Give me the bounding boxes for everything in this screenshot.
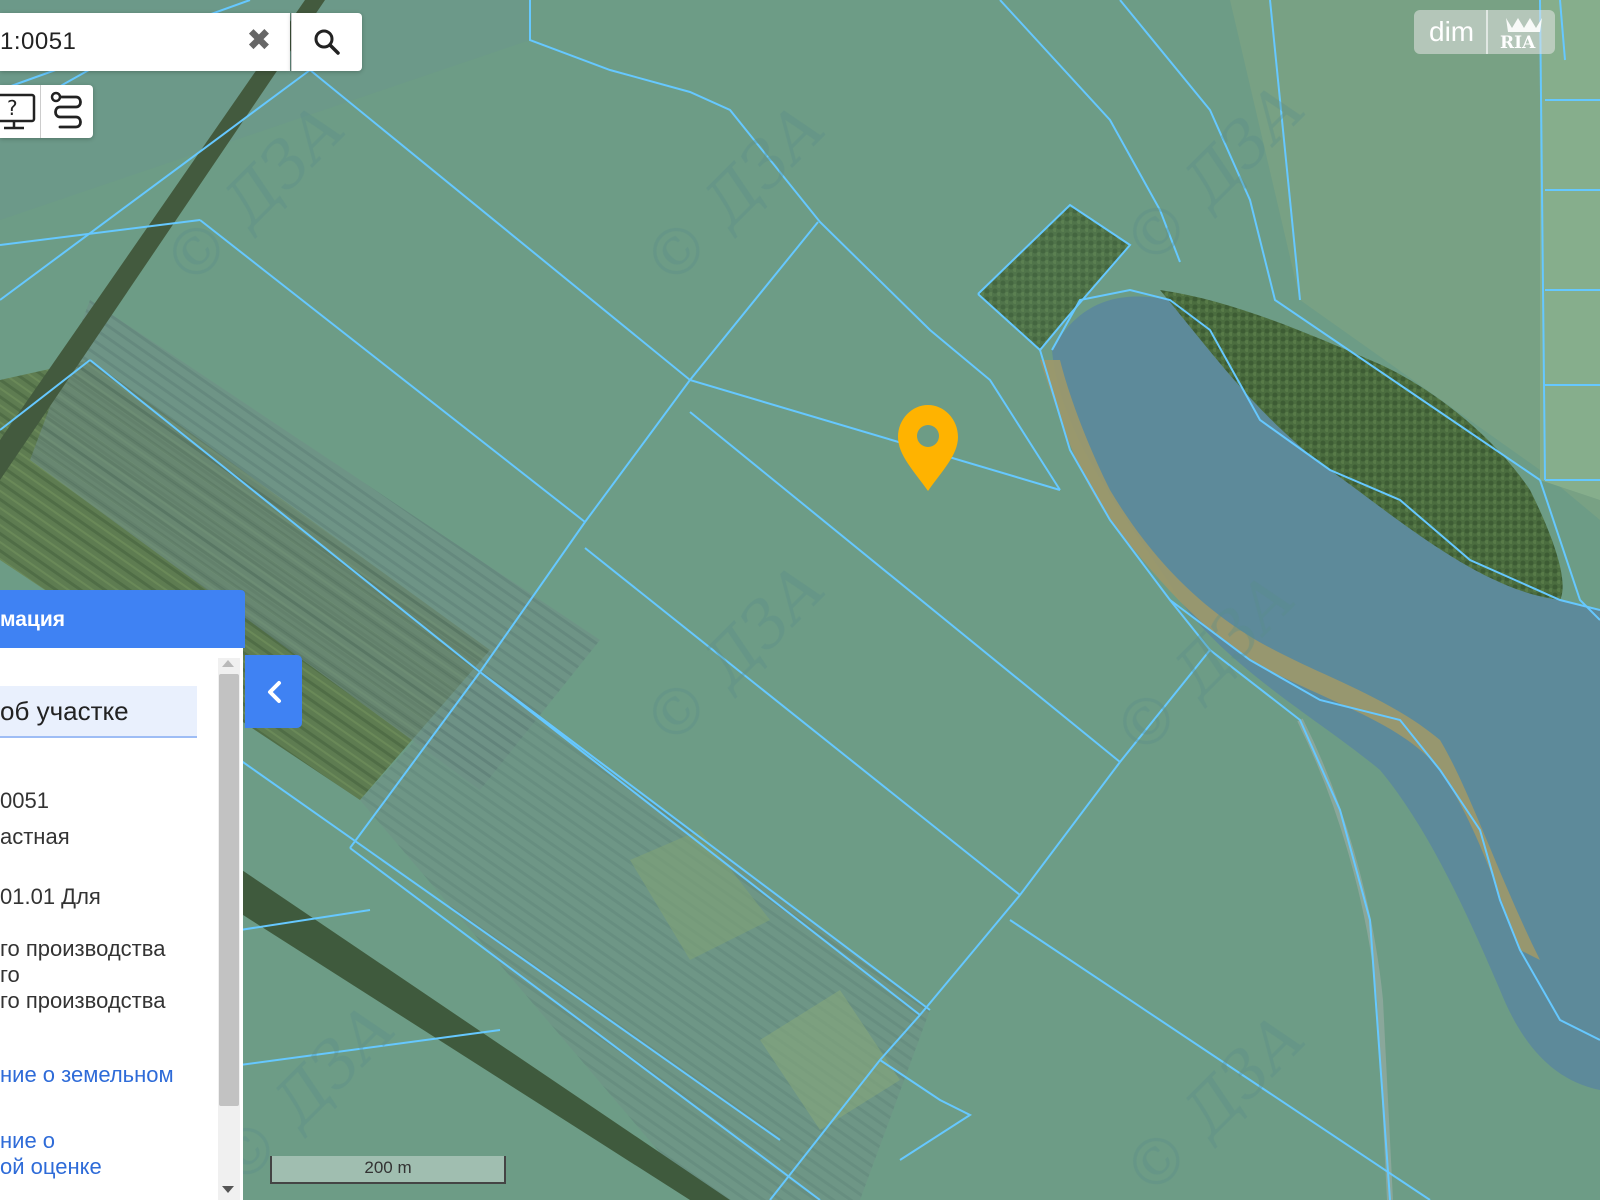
info-panel-header: мация: [0, 590, 245, 648]
field-right-strip: [1540, 0, 1600, 500]
help-monitor-button[interactable]: ?: [0, 89, 44, 133]
purpose-code-fragment: 01.01 Для: [0, 884, 101, 909]
info-panel-title: мация: [0, 608, 66, 631]
svg-text:?: ?: [7, 96, 18, 120]
ownership-fragment: астная: [0, 824, 70, 849]
logo-divider: [1486, 10, 1489, 54]
dim-ria-logo[interactable]: dim RIA: [1414, 10, 1555, 54]
clear-icon[interactable]: ✖: [245, 26, 273, 56]
help-monitor-icon: ?: [0, 93, 36, 130]
scale-bar: 200 m: [270, 1156, 506, 1184]
info-panel-body: об участке 0051 астная 01.01 Для го прои…: [0, 648, 243, 1200]
route-icon: [50, 91, 82, 129]
search-icon: [314, 29, 340, 55]
purpose-line-2: го: [0, 962, 20, 987]
scale-label: 200 m: [364, 1158, 412, 1177]
purpose-line-3: го производства: [0, 988, 166, 1013]
logo-dim-text: dim: [1429, 16, 1475, 47]
ria-logo-icon: RIA: [1500, 18, 1543, 50]
search-box: ✖: [0, 13, 290, 71]
tool-divider: [40, 85, 41, 138]
route-button[interactable]: [46, 89, 90, 133]
link-valuation-line-1[interactable]: ние о: [0, 1128, 55, 1154]
search-button[interactable]: [291, 13, 362, 71]
purpose-line-1: го производства: [0, 936, 166, 961]
search-input[interactable]: [0, 27, 237, 57]
link-land-info[interactable]: ние о земельном: [0, 1062, 174, 1088]
chevron-left-icon: [267, 680, 281, 703]
scroll-down-icon[interactable]: [222, 1186, 234, 1193]
map-tools: ?: [0, 85, 93, 138]
collapse-panel-button[interactable]: [245, 655, 302, 728]
scroll-up-icon[interactable]: [222, 660, 234, 667]
tab-parcel-info-label: об участке: [0, 696, 129, 726]
cadastral-number-fragment: 0051: [0, 788, 49, 813]
logo-ria-text: RIA: [1500, 33, 1536, 50]
link-valuation-line-2[interactable]: ой оценке: [0, 1154, 102, 1180]
panel-scrollbar-thumb[interactable]: [219, 674, 239, 1106]
tab-parcel-info[interactable]: об участке: [0, 686, 197, 738]
